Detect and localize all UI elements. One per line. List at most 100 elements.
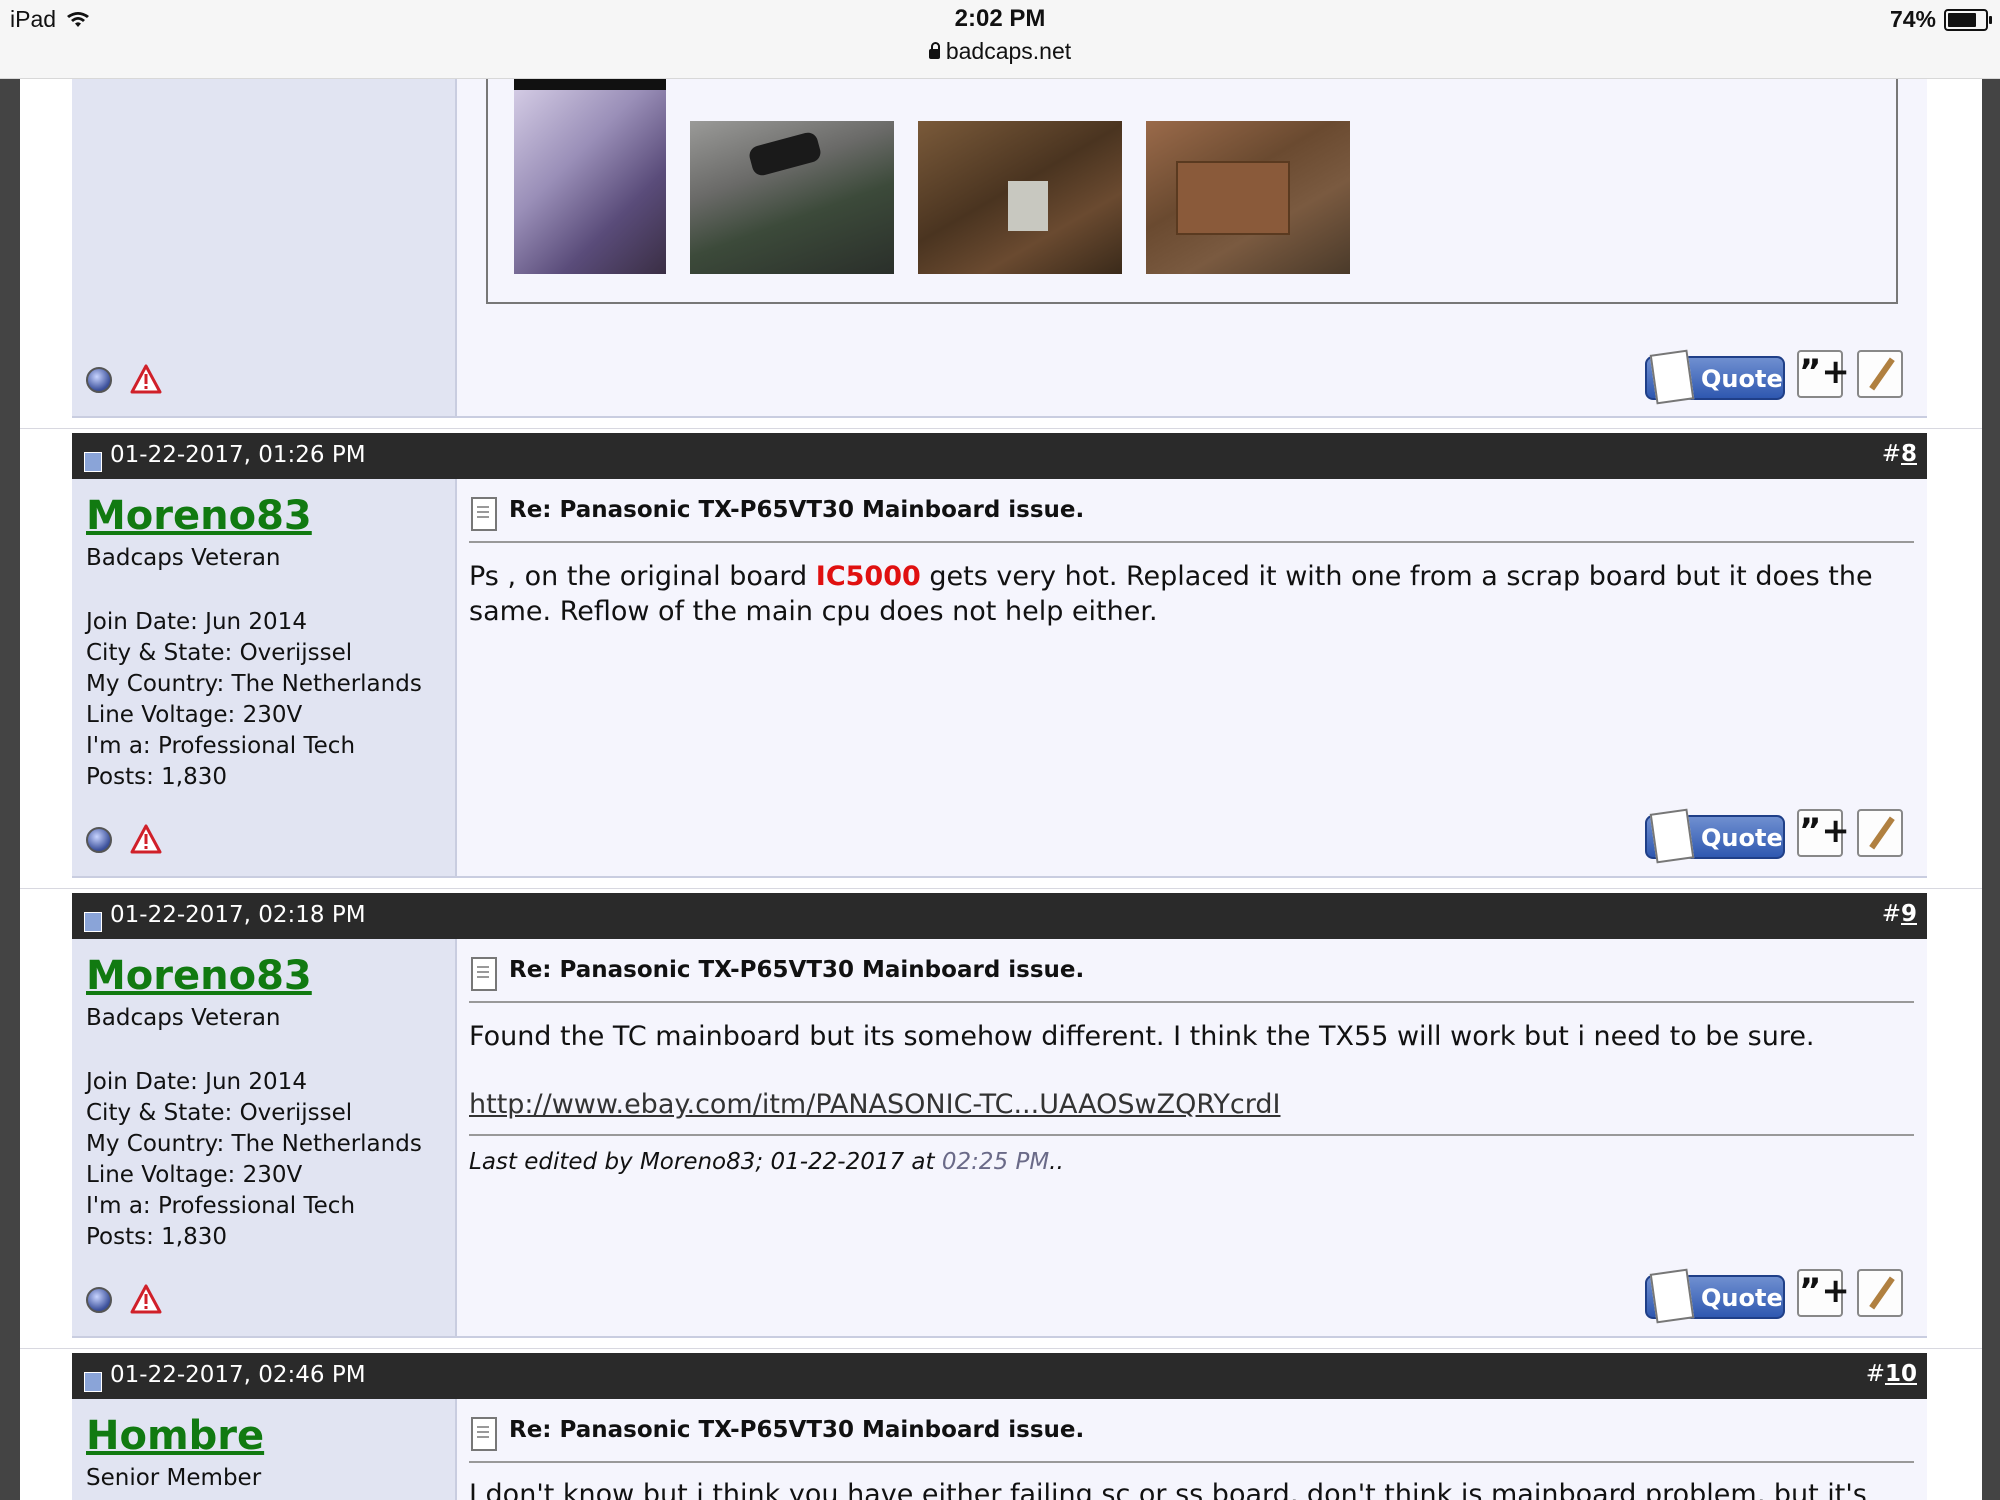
post-title-divider [469,1461,1914,1463]
ios-status-bar: iPad 2:02 PM badcaps.net 74% [0,0,2000,79]
online-status-icon[interactable] [86,367,112,393]
post-number: #9 [1881,901,1917,927]
post-title-divider [469,541,1914,543]
multiquote-icon[interactable]: ”+ [1797,1269,1850,1317]
post-document-icon [471,1417,497,1451]
report-warning-icon[interactable] [130,1284,162,1314]
online-status-icon[interactable] [86,1287,112,1313]
city-state: City & State: Overijssel [86,1100,353,1126]
post-permalink[interactable]: 10 [1885,1361,1917,1387]
attachment-thumbnail[interactable] [918,121,1122,274]
post-count: Posts: 1,830 [86,764,228,790]
report-warning-icon[interactable] [130,364,162,394]
quote-button[interactable]: Quote [1645,808,1785,864]
online-status-icon[interactable] [86,827,112,853]
user-info: Join Date: Jun 2014 City & State: Overij… [86,607,422,793]
country: My Country: The Netherlands [86,1131,422,1157]
post-date-icon [84,452,102,472]
post-actions: Quote ”+ [1645,1268,1915,1324]
edit-post-icon[interactable] [1857,350,1903,398]
last-edited-note: Last edited by Moreno83; 01-22-2017 at 0… [469,1149,1064,1175]
post-user-column: Hombre Senior Member [72,1399,457,1500]
join-date: Join Date: Jun 2014 [86,1069,307,1095]
line-voltage: Line Voltage: 230V [86,702,303,728]
post-separator [20,1348,1982,1349]
post-actions: Quote ”+ [1645,349,1915,405]
highlighted-part: IC5000 [815,561,921,592]
post-title: Re: Panasonic TX-P65VT30 Mainboard issue… [509,1417,1085,1443]
status-right: 74% [1889,6,1992,33]
post-actions: Quote ”+ [1645,808,1915,864]
quote-button[interactable]: Quote [1645,349,1785,405]
edit-time: 02:25 PM [941,1149,1050,1175]
url-text[interactable]: badcaps.net [946,38,1071,64]
clock: 2:02 PM [954,5,1046,32]
post-header: 01-22-2017, 02:18 PM #9 [72,893,1927,939]
page-frame-right [1982,78,2000,1500]
attachment-thumbnail[interactable] [1146,121,1350,274]
multiquote-icon[interactable]: ”+ [1797,350,1850,398]
post-user-column: Moreno83 Badcaps Veteran Join Date: Jun … [72,939,457,1336]
attachments-box [486,78,1898,304]
post-divider [72,1336,1927,1338]
post-message: I don't know but i think you have either… [469,1479,1867,1500]
post-count: Posts: 1,830 [86,1224,228,1250]
post-date-icon [84,912,102,932]
occupation: I'm a: Professional Tech [86,1193,356,1219]
post-number: #8 [1881,441,1917,467]
lock-icon [928,42,940,59]
report-warning-icon[interactable] [130,824,162,854]
quote-document-icon [1649,808,1695,864]
attachment-thumbnail[interactable] [514,78,666,274]
post-divider [72,876,1927,878]
address-bar[interactable]: badcaps.net [0,38,2000,65]
previous-post-user-column [72,78,457,416]
post-document-icon [471,957,497,991]
quote-button[interactable]: Quote [1645,1268,1785,1324]
post-permalink[interactable]: 8 [1901,441,1917,467]
post-permalink[interactable]: 9 [1901,901,1917,927]
post-number: #10 [1865,1361,1917,1387]
post-date-icon [84,1372,102,1392]
post-date: 01-22-2017, 02:18 PM [110,902,366,928]
post-title-divider [469,1001,1914,1003]
post-message: Found the TC mainboard but its somehow d… [469,1021,1815,1052]
post-date: 01-22-2017, 01:26 PM [110,442,366,468]
post-body: Re: Panasonic TX-P65VT30 Mainboard issue… [457,1399,1927,1500]
battery-icon [1944,8,1992,31]
username-link[interactable]: Moreno83 [86,493,312,539]
edit-divider [469,1134,1914,1136]
attachment-thumbnail[interactable] [690,121,894,274]
user-title: Senior Member [86,1465,262,1491]
user-title: Badcaps Veteran [86,545,281,571]
post-body: Re: Panasonic TX-P65VT30 Mainboard issue… [457,939,1927,1336]
quote-document-icon [1649,1268,1695,1324]
edit-post-icon[interactable] [1857,1269,1903,1317]
post-message: Ps , on the original board IC5000 gets v… [469,561,1873,627]
post-separator [20,888,1982,889]
join-date: Join Date: Jun 2014 [86,609,307,635]
city-state: City & State: Overijssel [86,640,353,666]
username-link[interactable]: Hombre [86,1413,264,1459]
post-separator [20,428,1982,429]
post-link-wrap: http://www.ebay.com/itm/PANASONIC-TC...U… [469,1089,1281,1120]
edit-post-icon[interactable] [1857,809,1903,857]
quote-document-icon [1649,349,1695,405]
username-link[interactable]: Moreno83 [86,953,312,999]
post-user-column: Moreno83 Badcaps Veteran Join Date: Jun … [72,479,457,876]
country: My Country: The Netherlands [86,671,422,697]
post-date: 01-22-2017, 02:46 PM [110,1362,366,1388]
user-info: Join Date: Jun 2014 City & State: Overij… [86,1067,422,1253]
post-document-icon [471,497,497,531]
post-title: Re: Panasonic TX-P65VT30 Mainboard issue… [509,497,1085,523]
battery-percent: 74% [1889,6,1936,32]
post-header: 01-22-2017, 01:26 PM #8 [72,433,1927,479]
page-frame-left [0,78,20,1500]
multiquote-icon[interactable]: ”+ [1797,809,1850,857]
occupation: I'm a: Professional Tech [86,733,356,759]
line-voltage: Line Voltage: 230V [86,1162,303,1188]
post-title: Re: Panasonic TX-P65VT30 Mainboard issue… [509,957,1085,983]
user-title: Badcaps Veteran [86,1005,281,1031]
post-header: 01-22-2017, 02:46 PM #10 [72,1353,1927,1399]
ebay-link[interactable]: http://www.ebay.com/itm/PANASONIC-TC...U… [469,1089,1281,1120]
